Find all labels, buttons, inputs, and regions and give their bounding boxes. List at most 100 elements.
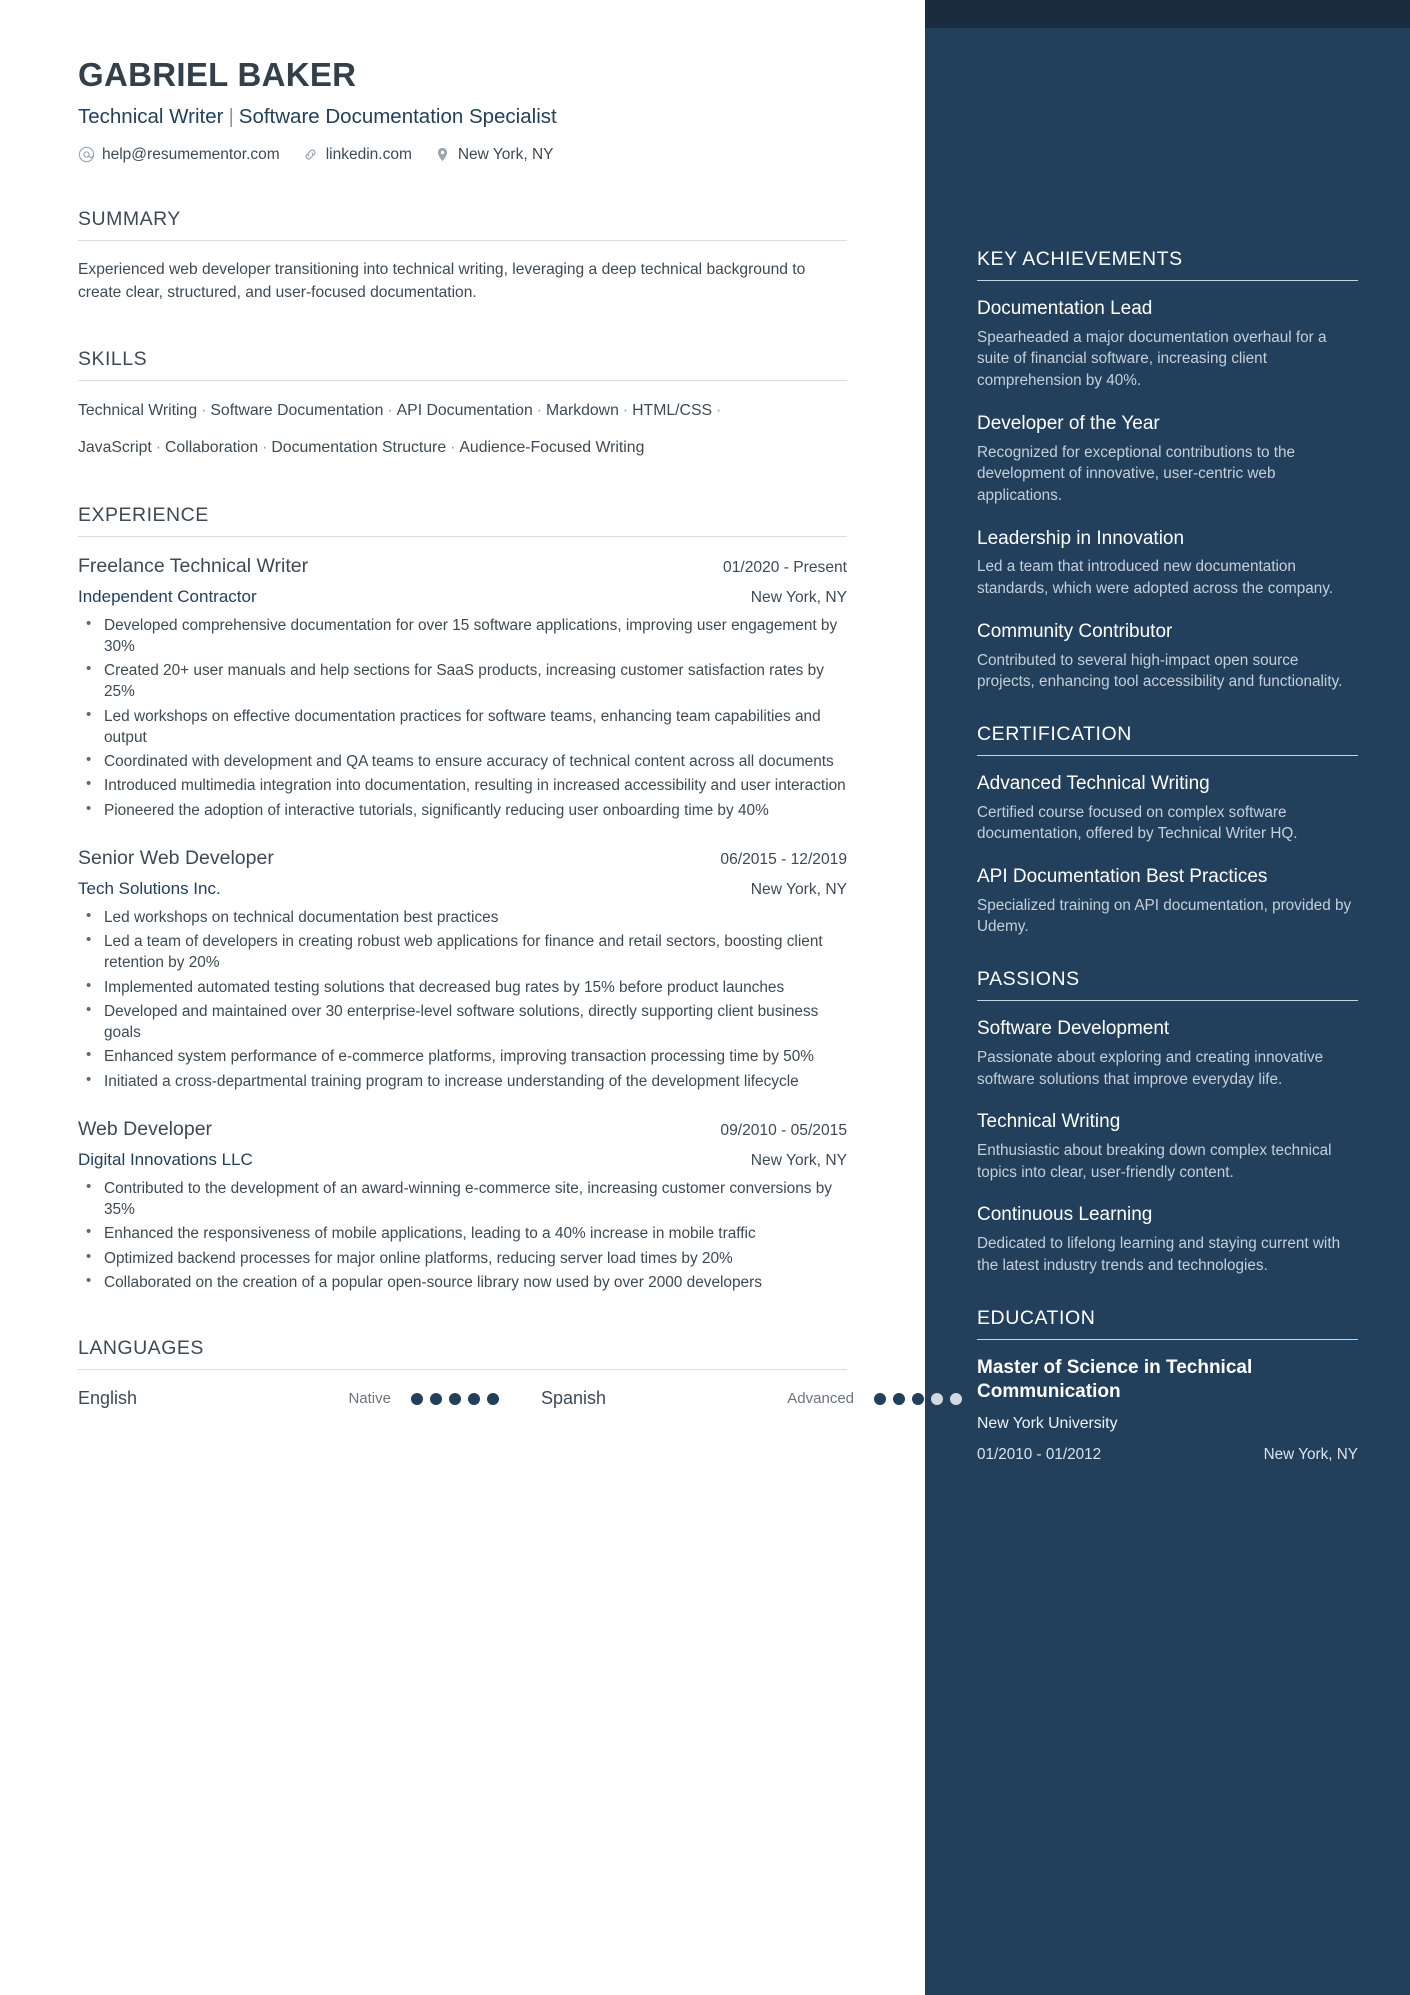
job-title: Senior Web Developer — [78, 846, 274, 869]
experience-company-row: Tech Solutions Inc. New York, NY — [78, 879, 847, 899]
section-experience: EXPERIENCE Freelance Technical Writer 01/… — [78, 504, 847, 1294]
passion-description: Dedicated to lifelong learning and stayi… — [977, 1235, 1341, 1274]
resume-page: KEY ACHIEVEMENTS Documentation Lead Spea… — [0, 0, 1410, 1995]
resume-header: GABRIEL BAKER Technical Writer | Software … — [78, 56, 847, 164]
language-name: English — [78, 1388, 138, 1409]
education-item: Master of Science in Technical Communica… — [977, 1356, 1358, 1464]
section-heading-summary: SUMMARY — [78, 207, 181, 230]
skill-tag: API Documentation — [396, 402, 533, 420]
education-meta: 01/2010 - 01/2012 New York, NY — [977, 1446, 1358, 1464]
main-column: GABRIEL BAKER Technical Writer | Software … — [0, 0, 962, 1995]
section-summary: SUMMARY Experienced web developer transi… — [78, 208, 847, 304]
job-title: Freelance Technical Writer — [78, 554, 309, 577]
achievement-title: Developer of the Year — [977, 412, 1160, 434]
summary-text: Experienced web developer transitioning … — [78, 260, 806, 301]
job-bullet-list: Led workshops on technical documentation… — [78, 906, 847, 1092]
section-divider — [78, 1369, 847, 1371]
achievement-title: Community Contributor — [977, 620, 1173, 642]
proficiency-dot — [430, 1392, 442, 1405]
experience-item: Freelance Technical Writer 01/2020 - Pres… — [78, 555, 847, 821]
skill-tag: JavaScript — [78, 438, 152, 456]
skill-separator: · — [201, 402, 207, 420]
proficiency-dot — [411, 1392, 423, 1405]
education-degree: Master of Science in Technical Communica… — [977, 1356, 1253, 1403]
language-level: Native — [348, 1390, 391, 1408]
headline-specialty: Software Documentation Specialist — [238, 104, 557, 128]
section-divider — [78, 535, 847, 537]
experience-title-row: Web Developer 09/2010 - 05/2015 — [78, 1118, 847, 1141]
link-icon — [302, 146, 319, 163]
job-bullet: Initiated a cross-departmental training … — [78, 1070, 847, 1092]
language-level: Advanced — [787, 1390, 854, 1408]
proficiency-dot — [893, 1392, 905, 1405]
achievement-item: Documentation Lead Spearheaded a major d… — [977, 297, 1358, 392]
skill-separator: · — [262, 438, 268, 456]
job-bullet: Led workshops on technical documentation… — [78, 906, 847, 928]
candidate-headline: Technical Writer | Software Documentation … — [78, 105, 847, 129]
proficiency-dot — [487, 1392, 499, 1405]
job-bullet: Created 20+ user manuals and help sectio… — [78, 659, 847, 703]
contact-email-text: help@resumementor.com — [102, 145, 280, 163]
job-date: 01/2020 - Present — [723, 558, 847, 576]
language-name: Spanish — [541, 1388, 607, 1409]
skill-tag: Documentation Structure — [271, 438, 447, 456]
job-bullet: Enhanced system performance of e-commerc… — [78, 1045, 847, 1067]
passion-item: Continuous Learning Dedicated to lifelon… — [977, 1203, 1358, 1276]
section-divider — [78, 380, 847, 382]
skill-tag: Technical Writing — [78, 402, 198, 420]
language-list: English Native Spanish Advanced — [78, 1388, 962, 1409]
proficiency-dot — [874, 1392, 886, 1405]
section-heading-key-achievements: KEY ACHIEVEMENTS — [977, 248, 1183, 270]
experience-item: Web Developer 09/2010 - 05/2015 Digital In… — [78, 1118, 847, 1293]
job-bullet: Developed and maintained over 30 enterpr… — [78, 1000, 847, 1044]
sidebar-section-passions: PASSIONS Software Development Passionate… — [977, 968, 1358, 1276]
education-date: 01/2010 - 01/2012 — [977, 1445, 1102, 1463]
job-bullet-list: Developed comprehensive documentation fo… — [78, 614, 847, 821]
section-divider — [977, 1000, 1358, 1002]
passion-item: Technical Writing Enthusiastic about bre… — [977, 1110, 1358, 1183]
education-location: New York, NY — [1263, 1445, 1358, 1463]
headline-separator: | — [228, 104, 234, 128]
passion-title: Software Development — [977, 1018, 1170, 1040]
experience-list: Freelance Technical Writer 01/2020 - Pres… — [78, 555, 847, 1294]
section-divider — [977, 280, 1358, 281]
section-heading-experience: EXPERIENCE — [78, 503, 209, 526]
certification-item: API Documentation Best Practices Special… — [977, 865, 1358, 938]
skills-line-1: Technical Writing · Software Documentation… — [78, 399, 847, 423]
job-bullet: Led a team of developers in creating rob… — [78, 930, 847, 974]
job-bullet: Developed comprehensive documentation fo… — [78, 614, 847, 658]
contact-linkedin[interactable]: linkedin.com — [302, 146, 412, 164]
certification-item: Advanced Technical Writing Certified cou… — [977, 772, 1358, 845]
proficiency-dot — [468, 1392, 480, 1405]
certification-title: Advanced Technical Writing — [977, 772, 1210, 794]
experience-company-row: Digital Innovations LLC New York, NY — [78, 1150, 847, 1170]
sidebar-section-certification: CERTIFICATION Advanced Technical Writing… — [977, 723, 1358, 938]
section-heading-skills: SKILLS — [78, 348, 148, 371]
certification-title: API Documentation Best Practices — [977, 866, 1268, 888]
achievement-title: Documentation Lead — [977, 298, 1153, 319]
achievement-item: Community Contributor Contributed to sev… — [977, 620, 1358, 693]
job-date: 09/2010 - 05/2015 — [720, 1121, 847, 1139]
certification-description: Specialized training on API documentatio… — [977, 896, 1352, 936]
achievement-item: Developer of the Year Recognized for exc… — [977, 412, 1358, 507]
section-divider — [977, 1338, 1358, 1340]
achievement-description: Led a team that introduced new documenta… — [977, 558, 1333, 598]
proficiency-dot — [931, 1392, 943, 1405]
skill-separator: · — [450, 438, 456, 456]
section-heading-certification: CERTIFICATION — [977, 722, 1132, 745]
job-bullet: Contributed to the development of an awa… — [78, 1177, 847, 1221]
achievement-item: Leadership in Innovation Led a team that… — [977, 527, 1358, 600]
sidebar-section-key-achievements: KEY ACHIEVEMENTS Documentation Lead Spea… — [977, 248, 1358, 693]
language-item: Spanish Advanced — [541, 1388, 986, 1409]
contact-email[interactable]: help@resumementor.com — [78, 146, 280, 164]
proficiency-dot — [950, 1392, 962, 1405]
job-company: Independent Contractor — [78, 586, 257, 606]
section-heading-education: EDUCATION — [977, 1306, 1096, 1329]
skill-tag: Audience-Focused Writing — [459, 438, 645, 456]
job-location: New York, NY — [750, 588, 847, 606]
job-bullet: Pioneered the adoption of interactive tu… — [78, 799, 847, 821]
proficiency-dot — [449, 1392, 461, 1405]
proficiency-dot — [912, 1392, 924, 1405]
section-divider — [78, 239, 847, 241]
at-icon — [78, 146, 95, 163]
